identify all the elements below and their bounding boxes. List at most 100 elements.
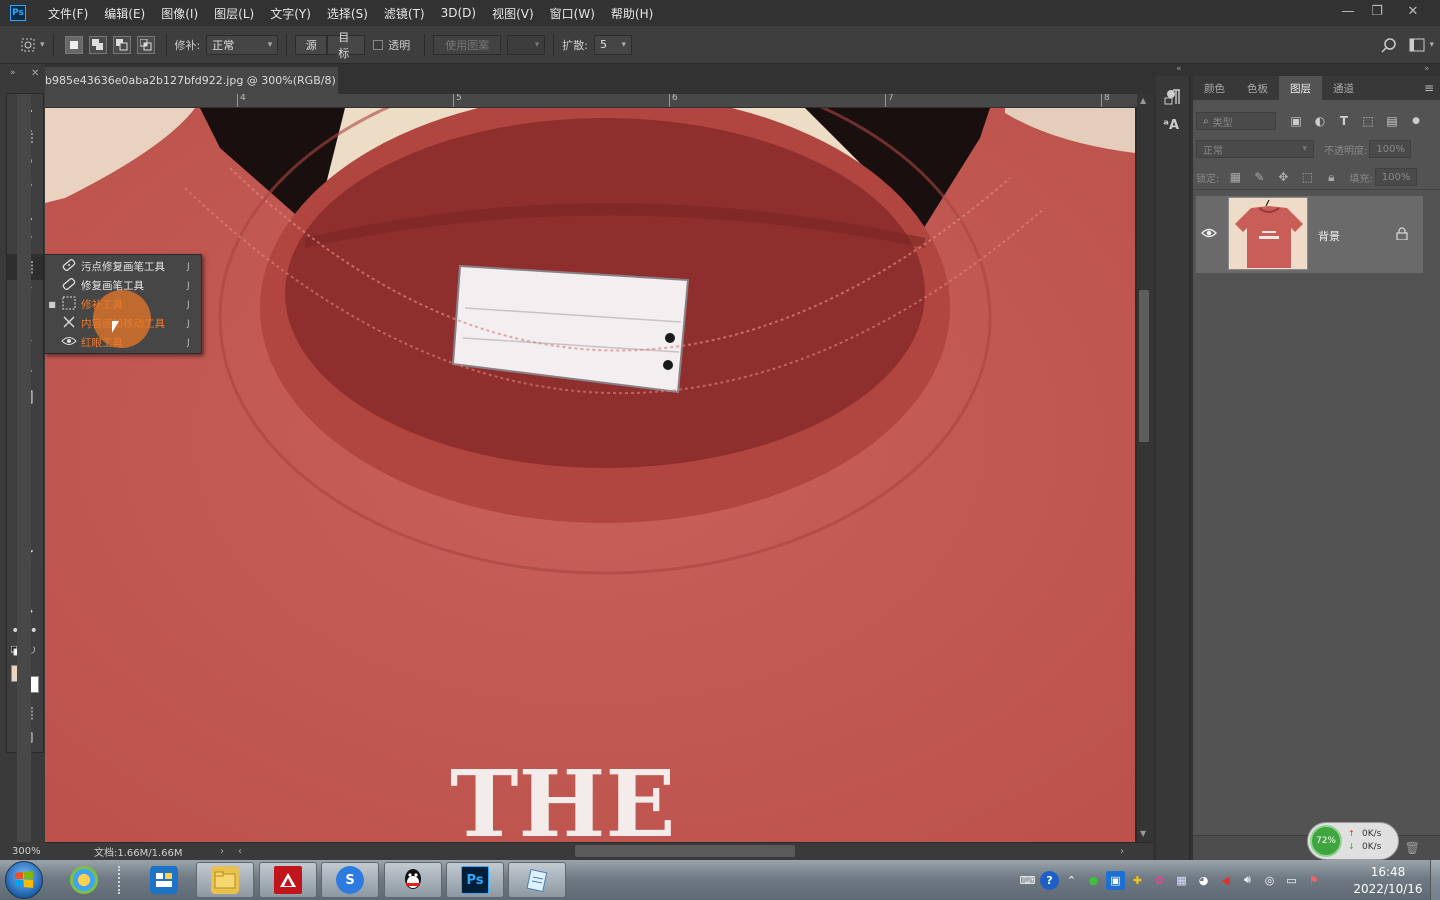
lock-artboard-icon[interactable]: ⬚: [1295, 170, 1319, 184]
panel-menu-icon[interactable]: ≡: [1424, 81, 1434, 95]
adjustment-filter-icon[interactable]: ◐: [1308, 114, 1332, 128]
blend-mode-select[interactable]: 正常 ▾: [1196, 140, 1314, 158]
apps-grid-icon[interactable]: ▦: [1172, 871, 1191, 890]
input-method-icon[interactable]: ◀: [1216, 871, 1235, 890]
menu-layer[interactable]: 图层(L): [206, 5, 262, 22]
patch-mode-select[interactable]: 正常 ▾: [206, 34, 279, 55]
menu-window[interactable]: 窗口(W): [542, 5, 603, 22]
menu-image[interactable]: 图像(I): [153, 5, 206, 22]
system-clock[interactable]: 16:48 2022/10/16: [1348, 862, 1428, 900]
layer-filter-select[interactable]: ⌕ 类型: [1196, 112, 1276, 130]
collapse-panels-icon[interactable]: »: [1424, 64, 1430, 74]
spot-healing-brush-item[interactable]: 污点修复画笔工具 J: [45, 257, 201, 276]
subtract-selection-button[interactable]: [112, 35, 131, 54]
image-filter-icon[interactable]: ▣: [1284, 114, 1308, 128]
type-filter-icon[interactable]: T: [1332, 114, 1356, 128]
keyboard-icon[interactable]: ⌨: [1018, 871, 1037, 890]
tray-expand-icon[interactable]: ⌃: [1062, 871, 1081, 890]
display-icon[interactable]: ▭: [1282, 871, 1301, 890]
vertical-scrollbar[interactable]: [1137, 94, 1153, 842]
scroll-up-icon[interactable]: ▲: [1140, 96, 1146, 105]
sync-icon[interactable]: ◎: [1260, 871, 1279, 890]
character-panel-icon[interactable]: ᵃA: [1163, 118, 1179, 133]
scroll-right-icon[interactable]: ›: [1120, 846, 1124, 857]
tab-channels[interactable]: 通道: [1322, 76, 1365, 100]
intersect-selection-button[interactable]: [136, 35, 155, 54]
source-button[interactable]: 源: [295, 34, 328, 55]
shape-filter-icon[interactable]: ⬚: [1356, 114, 1380, 128]
smart-object-filter-icon[interactable]: ▤: [1380, 114, 1404, 128]
menu-3d[interactable]: 3D(D): [433, 6, 484, 20]
new-selection-button[interactable]: [64, 35, 83, 54]
transparent-option[interactable]: 透明: [373, 37, 416, 53]
pattern-picker[interactable]: ▾: [507, 34, 546, 55]
start-button[interactable]: [5, 861, 43, 899]
document-canvas[interactable]: THE: [45, 108, 1135, 842]
menu-help[interactable]: 帮助(H): [603, 5, 661, 22]
network-adapter-icon[interactable]: ▣: [1106, 870, 1125, 890]
patch-tool-preset-icon[interactable]: [18, 35, 38, 55]
scroll-left-icon[interactable]: ‹: [238, 846, 242, 857]
taskbar-qq-app[interactable]: [384, 862, 442, 898]
taskbar-folder-app[interactable]: [196, 862, 254, 898]
menu-filter[interactable]: 滤镜(T): [376, 5, 433, 22]
restore-button[interactable]: ❐: [1361, 0, 1393, 22]
layer-name[interactable]: 背景: [1318, 228, 1340, 244]
target-button[interactable]: 目标: [327, 31, 366, 60]
taskbar-photos-app[interactable]: [55, 862, 113, 898]
help-icon[interactable]: ?: [1040, 870, 1059, 890]
taskbar-autocad-app[interactable]: [259, 862, 317, 898]
close-button[interactable]: ✕: [1397, 0, 1429, 22]
filter-toggle-icon[interactable]: ●: [1404, 116, 1428, 126]
lock-all-icon[interactable]: 🔒︎: [1319, 170, 1343, 185]
search-icon[interactable]: [1379, 35, 1399, 55]
flower-icon[interactable]: ✿: [1150, 871, 1169, 890]
tab-color[interactable]: 颜色: [1193, 76, 1236, 100]
security-icon[interactable]: ✚: [1128, 871, 1147, 890]
menu-type[interactable]: 文字(Y): [262, 5, 319, 22]
vertical-ruler[interactable]: [17, 94, 31, 842]
document-tab[interactable]: b985e43636e0aba2b127bfd922.jpg @ 300%(RG…: [45, 67, 338, 94]
qq-tray-icon[interactable]: ◕: [1194, 871, 1213, 890]
add-selection-button[interactable]: [88, 35, 107, 54]
close-panel-icon[interactable]: ✕: [31, 68, 39, 79]
diffusion-select[interactable]: 5 ▾: [593, 34, 632, 55]
wechat-icon[interactable]: ●: [1084, 871, 1103, 890]
use-pattern-button[interactable]: 使用图案: [433, 34, 502, 55]
delete-layer-icon[interactable]: 🗑︎: [1405, 841, 1420, 855]
expand-panels-icon[interactable]: «: [1176, 64, 1182, 74]
lock-pixels-icon[interactable]: ✎: [1247, 170, 1271, 184]
network-monitor-widget[interactable]: 72% ↑ ↓ 0K/s 0K/s: [1307, 822, 1399, 860]
chevron-down-icon[interactable]: ▾: [40, 40, 45, 50]
menu-edit[interactable]: 编辑(E): [96, 5, 153, 22]
transparent-checkbox[interactable]: [373, 39, 384, 50]
minimize-button[interactable]: —: [1332, 0, 1364, 22]
taskbar-photoshop-app[interactable]: Ps: [446, 862, 504, 898]
zoom-level[interactable]: 300%: [0, 846, 60, 857]
volume-icon[interactable]: 🔊︎: [1238, 871, 1257, 890]
fill-field[interactable]: 100%: [1374, 168, 1417, 186]
chevron-down-icon[interactable]: ▾: [1429, 40, 1434, 50]
horizontal-ruler[interactable]: 4 5 6 7 8: [45, 94, 1137, 108]
taskbar-notepad-app[interactable]: [508, 862, 566, 898]
show-desktop-button[interactable]: [1430, 860, 1440, 900]
workspace-icon[interactable]: [1407, 35, 1427, 55]
visibility-eye-icon[interactable]: [1201, 227, 1217, 242]
collapse-panel-icon[interactable]: »: [10, 68, 16, 78]
network-disconnected-icon[interactable]: ⚑: [1304, 871, 1323, 890]
menu-select[interactable]: 选择(S): [319, 5, 376, 22]
taskbar-sogou-app[interactable]: S: [321, 862, 379, 898]
vertical-scroll-thumb[interactable]: [1139, 290, 1149, 442]
lock-position-icon[interactable]: ✥: [1271, 170, 1295, 184]
lock-transparent-icon[interactable]: ▦: [1223, 170, 1247, 184]
taskbar-explorer-app[interactable]: [135, 862, 193, 898]
status-menu-arrow-icon[interactable]: ›: [220, 846, 224, 857]
menu-view[interactable]: 视图(V): [484, 5, 542, 22]
tab-swatches[interactable]: 色板: [1236, 76, 1279, 100]
paragraph-panel-icon[interactable]: [1164, 88, 1182, 109]
tab-layers[interactable]: 图层: [1279, 76, 1322, 100]
horizontal-scroll-thumb[interactable]: [575, 845, 795, 857]
opacity-field[interactable]: 100%: [1369, 140, 1412, 158]
menu-file[interactable]: 文件(F): [40, 5, 96, 22]
scroll-down-icon[interactable]: ▼: [1140, 829, 1146, 838]
